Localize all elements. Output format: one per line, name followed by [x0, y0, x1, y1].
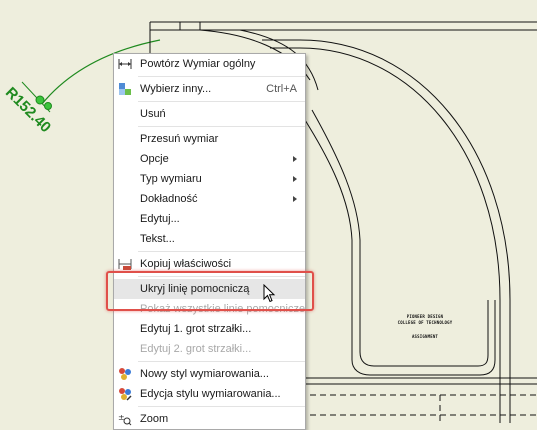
title-block-line: ASSIGNMENT: [411, 334, 439, 339]
menu-item-label: Nowy styl wymiarowania...: [140, 368, 269, 380]
copy-properties-icon: [118, 259, 132, 270]
menu-item-move-dimension[interactable]: Przesuń wymiar: [114, 129, 305, 149]
menu-item-options[interactable]: Opcje: [114, 149, 305, 169]
menu-item-edit-dimension-style[interactable]: Edycja stylu wymiarowania...: [114, 384, 305, 404]
zoom-icon: ±: [118, 413, 132, 426]
menu-item-zoom[interactable]: ± Zoom: [114, 409, 305, 429]
menu-item-label: Tekst...: [140, 233, 175, 245]
mouse-cursor-icon: [263, 284, 276, 303]
menu-item-label: Edytuj 2. grot strzałki...: [140, 343, 252, 355]
menu-item-label: Dokładność: [140, 193, 198, 205]
menu-item-label: Typ wymiaru: [140, 173, 202, 185]
menu-item-label: Zoom: [140, 413, 169, 425]
menu-item-label: Edytuj...: [140, 213, 180, 225]
context-menu: Powtórz Wymiar ogólny Wybierz inny... Ct…: [113, 53, 306, 430]
select-other-icon: [119, 83, 131, 95]
menu-separator: [138, 406, 305, 407]
menu-separator: [138, 251, 305, 252]
menu-separator: [138, 101, 305, 102]
menu-item-label: Przesuń wymiar: [140, 133, 219, 145]
highlight-annotation-box: [106, 271, 314, 311]
edit-style-icon: [119, 388, 132, 401]
menu-separator: [138, 361, 305, 362]
menu-item-label: Edytuj 1. grot strzałki...: [140, 323, 252, 335]
menu-item-label: Edycja stylu wymiarowania...: [140, 388, 281, 400]
dimension-grip-point[interactable]: [44, 102, 52, 110]
menu-item-edit[interactable]: Edytuj...: [114, 209, 305, 229]
menu-item-text[interactable]: Tekst...: [114, 229, 305, 249]
menu-item-dimension-type[interactable]: Typ wymiaru: [114, 169, 305, 189]
menu-item-delete[interactable]: Usuń: [114, 104, 305, 124]
menu-item-label: Wybierz inny...: [140, 83, 212, 95]
menu-item-label: Kopiuj właściwości: [140, 258, 232, 270]
title-block: PIONEER DESIGN COLLEGE OF TECHNOLOGY ASS…: [370, 314, 480, 340]
menu-item-edit-arrowhead-1[interactable]: Edytuj 1. grot strzałki...: [114, 319, 305, 339]
menu-item-label: Opcje: [140, 153, 169, 165]
menu-item-new-dimension-style[interactable]: Nowy styl wymiarowania...: [114, 364, 305, 384]
submenu-arrow-icon: [293, 156, 297, 162]
menu-item-precision[interactable]: Dokładność: [114, 189, 305, 209]
submenu-arrow-icon: [293, 196, 297, 202]
menu-item-select-other[interactable]: Wybierz inny... Ctrl+A: [114, 79, 305, 99]
new-style-icon: [119, 368, 131, 380]
menu-item-repeat-dimension[interactable]: Powtórz Wymiar ogólny: [114, 54, 305, 74]
dimension-grip-point[interactable]: [35, 95, 45, 105]
menu-item-label: Powtórz Wymiar ogólny: [140, 58, 256, 70]
shortcut-label: Ctrl+A: [266, 83, 297, 95]
menu-separator: [138, 76, 305, 77]
menu-separator: [138, 126, 305, 127]
dimension-icon: [118, 59, 132, 69]
menu-item-label: Usuń: [140, 108, 166, 120]
submenu-arrow-icon: [293, 176, 297, 182]
menu-item-edit-arrowhead-2: Edytuj 2. grot strzałki...: [114, 339, 305, 359]
